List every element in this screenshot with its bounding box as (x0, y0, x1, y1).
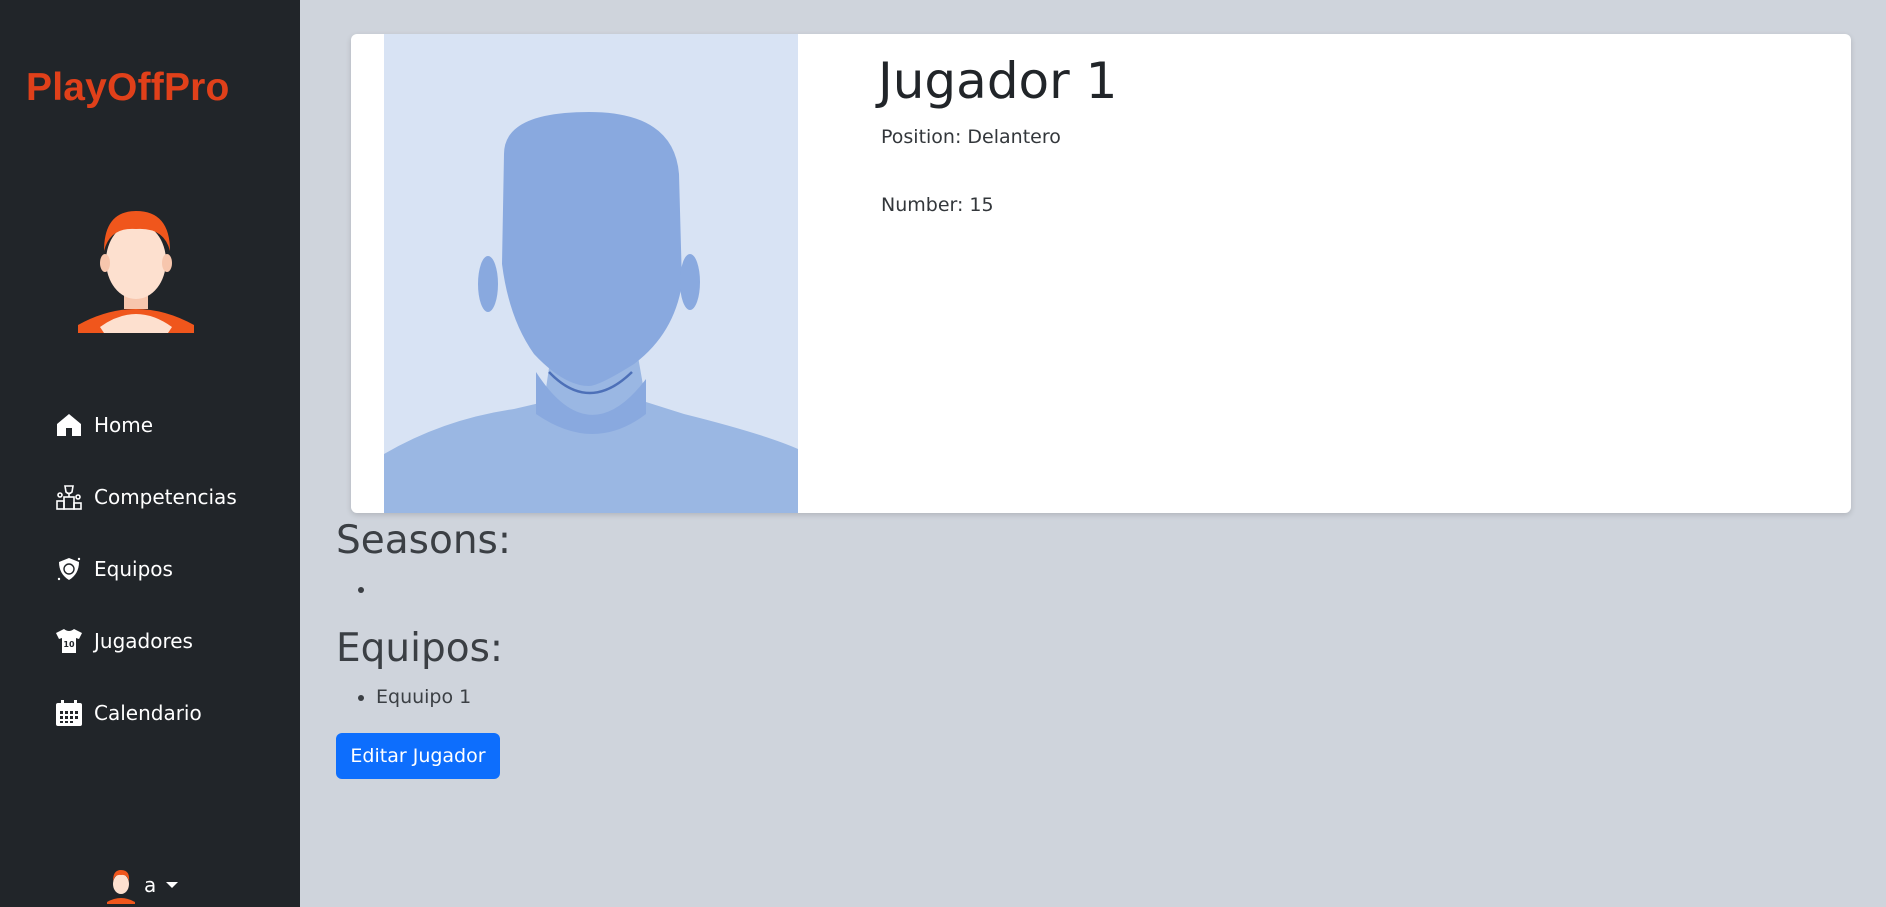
sidebar-item-competencias[interactable]: Competencias (54, 477, 284, 517)
caret-down-icon (166, 882, 179, 888)
user-name: a (144, 873, 157, 897)
home-icon (54, 410, 84, 440)
player-photo-placeholder (384, 34, 798, 513)
sidebar-item-home[interactable]: Home (54, 405, 284, 445)
sidebar-nav: Home Competencias Equipos 10 Jugadores C… (54, 405, 284, 765)
user-avatar-small-icon (107, 870, 135, 904)
list-item: Equuipo 1 (376, 684, 471, 710)
svg-text:10: 10 (63, 640, 75, 649)
person-silhouette-icon (384, 112, 798, 513)
sidebar-item-equipos[interactable]: Equipos (54, 549, 284, 589)
calendar-icon (54, 698, 84, 728)
sidebar-item-label: Calendario (94, 701, 202, 725)
sidebar-item-label: Jugadores (94, 629, 193, 653)
sidebar-item-jugadores[interactable]: 10 Jugadores (54, 621, 284, 661)
user-menu-dropdown[interactable]: a (106, 866, 179, 904)
user-avatar-icon (78, 211, 194, 333)
sidebar-item-label: Equipos (94, 557, 173, 581)
player-position: Position: Delantero (881, 126, 1061, 148)
shield-ball-icon (54, 554, 84, 584)
equipos-list: Equuipo 1 (354, 684, 471, 710)
sidebar: PlayOffPro Home Competencias Equipos 10 … (0, 0, 300, 907)
jersey-icon: 10 (54, 626, 84, 656)
player-name: Jugador 1 (878, 52, 1118, 110)
player-card: Jugador 1 Position: Delantero Number: 15 (351, 34, 1851, 513)
sidebar-item-calendario[interactable]: Calendario (54, 693, 284, 733)
brand-logo[interactable]: PlayOffPro (26, 66, 230, 110)
player-number: Number: 15 (881, 194, 994, 216)
equipos-heading: Equipos: (336, 626, 504, 671)
seasons-heading: Seasons: (336, 518, 512, 563)
sidebar-item-label: Competencias (94, 485, 237, 509)
seasons-list (354, 576, 376, 602)
trophy-podium-icon (54, 482, 84, 512)
edit-player-button[interactable]: Editar Jugador (336, 733, 500, 779)
sidebar-item-label: Home (94, 413, 154, 437)
